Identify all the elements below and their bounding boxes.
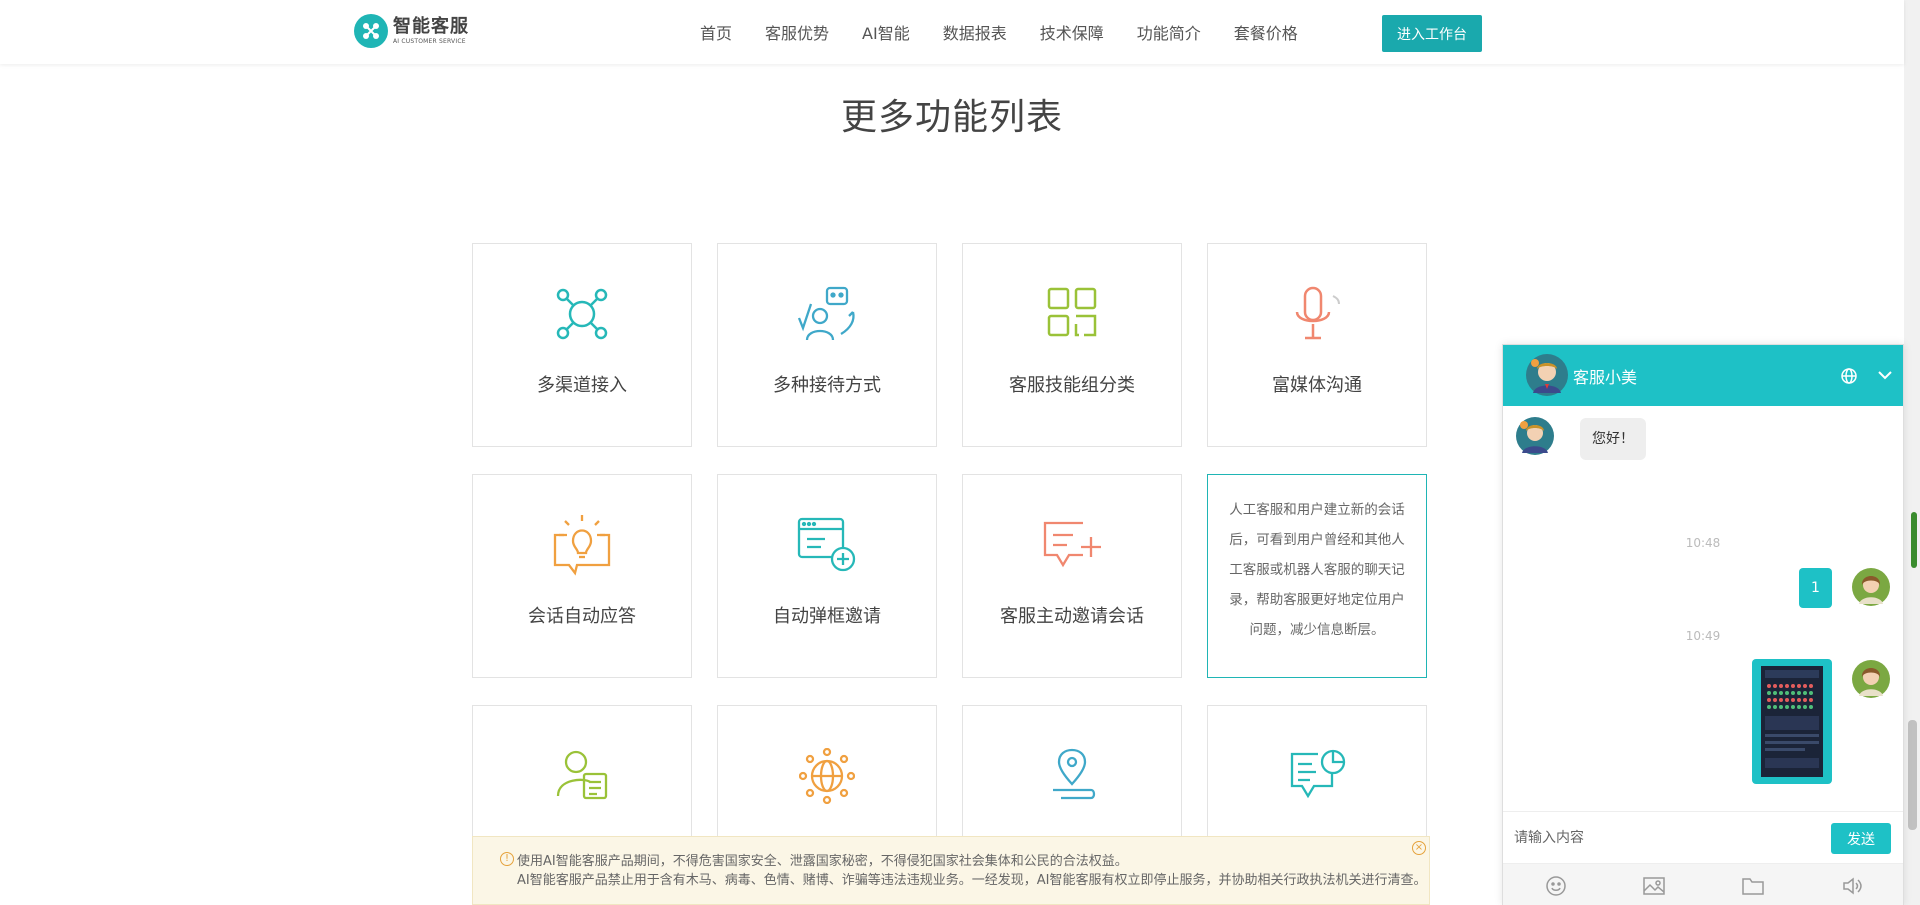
speaker-icon[interactable] xyxy=(1841,875,1865,897)
folder-icon[interactable] xyxy=(1741,875,1765,897)
user-card-icon xyxy=(556,750,608,800)
feature-card-rich-media[interactable]: 富媒体沟通 xyxy=(1207,243,1427,447)
feature-card-reception-modes[interactable]: 多种接待方式 xyxy=(717,243,937,447)
chat-scroll-indicator[interactable] xyxy=(1911,512,1917,568)
network-nodes-icon xyxy=(556,288,608,340)
chat-toolbar xyxy=(1503,863,1903,905)
nav-advantages[interactable]: 客服优势 xyxy=(765,20,829,44)
close-icon[interactable]: × xyxy=(1412,841,1426,855)
feature-card-skill-groups[interactable]: 客服技能组分类 xyxy=(962,243,1182,447)
location-pin-icon xyxy=(1053,748,1096,800)
language-globe-icon[interactable] xyxy=(1840,367,1858,385)
nav-pricing[interactable]: 套餐价格 xyxy=(1234,20,1298,44)
nav-features[interactable]: 功能简介 xyxy=(1137,20,1201,44)
feature-card-chat-history[interactable]: 人工客服和用户建立新的会话后，可看到用户曾经和其他人工客服或机器人客服的聊天记录… xyxy=(1207,474,1427,678)
chat-header: 客服小美 xyxy=(1503,345,1903,406)
chat-add-icon xyxy=(1043,521,1101,568)
chat-chart-icon xyxy=(1290,749,1346,799)
enter-workbench-button[interactable]: 进入工作台 xyxy=(1382,15,1482,52)
top-navbar: 智能客服 AI CUSTOMER SERVICE 首页 客服优势 AI智能 数据… xyxy=(0,0,1904,64)
notice-line-2: AI智能客服产品禁止用于含有木马、病毒、色情、赌博、诈骗等违法违规业务。一经发现… xyxy=(517,873,1427,888)
feature-card-label: 多种接待方式 xyxy=(773,375,881,396)
chat-messages: 您好！ 10:48 1 10:49 xyxy=(1503,406,1903,811)
feature-card-auto-popup[interactable]: 自动弹框邀请 xyxy=(717,474,937,678)
grid-squares-icon xyxy=(1047,287,1097,337)
chevron-down-icon[interactable] xyxy=(1875,365,1895,385)
agent-robot-icon xyxy=(797,286,855,341)
message-timestamp: 10:49 xyxy=(1685,629,1721,643)
chat-widget: 客服小美 您好！ 10:48 1 10:49 请输入内容 发送 xyxy=(1502,344,1904,905)
user-image-message[interactable] xyxy=(1752,659,1832,784)
globe-network-icon xyxy=(799,748,855,804)
logo-subtitle: AI CUSTOMER SERVICE xyxy=(393,37,466,45)
logo-mark-icon xyxy=(354,14,388,48)
notice-line-1: 使用AI智能客服产品期间，不得危害国家安全、泄露国家秘密，不得侵犯国家社会集体和… xyxy=(517,854,1128,869)
page-scrollbar[interactable] xyxy=(1904,0,1920,905)
message-timestamp: 10:48 xyxy=(1685,536,1721,550)
send-button[interactable]: 发送 xyxy=(1831,823,1891,854)
agent-avatar xyxy=(1516,417,1554,455)
feature-card-description: 人工客服和用户建立新的会话后，可看到用户曾经和其他人工客服或机器人客服的聊天记录… xyxy=(1229,502,1405,638)
feature-card-label: 自动弹框邀请 xyxy=(773,606,881,627)
section-title: 更多功能列表 xyxy=(840,97,1063,138)
image-icon[interactable] xyxy=(1642,875,1666,897)
nav-reports[interactable]: 数据报表 xyxy=(943,20,1007,44)
feature-card-label: 客服主动邀请会话 xyxy=(1000,606,1144,627)
user-avatar xyxy=(1852,568,1890,606)
chat-message-input[interactable] xyxy=(1514,824,1814,852)
screenshot-thumbnail xyxy=(1761,666,1823,777)
main-nav: 首页 客服优势 AI智能 数据报表 技术保障 功能简介 套餐价格 xyxy=(700,20,1331,44)
feature-card-label: 客服技能组分类 xyxy=(1009,375,1135,396)
site-logo[interactable]: 智能客服 AI CUSTOMER SERVICE xyxy=(354,14,469,48)
feature-card-label: 会话自动应答 xyxy=(528,606,636,627)
info-icon: ! xyxy=(500,852,514,866)
feature-card-label: 多渠道接入 xyxy=(537,375,627,396)
feature-card-proactive-invite[interactable]: 客服主动邀请会话 xyxy=(962,474,1182,678)
feature-card-auto-reply[interactable]: 会话自动应答 xyxy=(472,474,692,678)
browser-add-icon xyxy=(797,517,856,572)
user-avatar xyxy=(1852,660,1890,698)
lightbulb-chat-icon xyxy=(553,515,611,576)
compliance-notice: ! 使用AI智能客服产品期间，不得危害国家安全、泄露国家秘密，不得侵犯国家社会集… xyxy=(472,836,1430,905)
scrollbar-thumb[interactable] xyxy=(1908,720,1917,830)
agent-message: 您好！ xyxy=(1580,418,1646,460)
nav-tech-support[interactable]: 技术保障 xyxy=(1040,20,1104,44)
feature-card-multichannel[interactable]: 多渠道接入 xyxy=(472,243,692,447)
user-message: 1 xyxy=(1799,568,1832,608)
emoji-icon[interactable] xyxy=(1544,875,1568,897)
feature-card-label: 富媒体沟通 xyxy=(1272,375,1362,396)
chat-input-row: 发送 xyxy=(1503,811,1903,863)
agent-avatar xyxy=(1526,354,1568,396)
nav-home[interactable]: 首页 xyxy=(700,20,732,44)
microphone-icon xyxy=(1295,286,1340,340)
agent-name: 客服小美 xyxy=(1573,368,1638,387)
logo-title: 智能客服 xyxy=(393,15,469,37)
nav-ai[interactable]: AI智能 xyxy=(862,20,910,44)
